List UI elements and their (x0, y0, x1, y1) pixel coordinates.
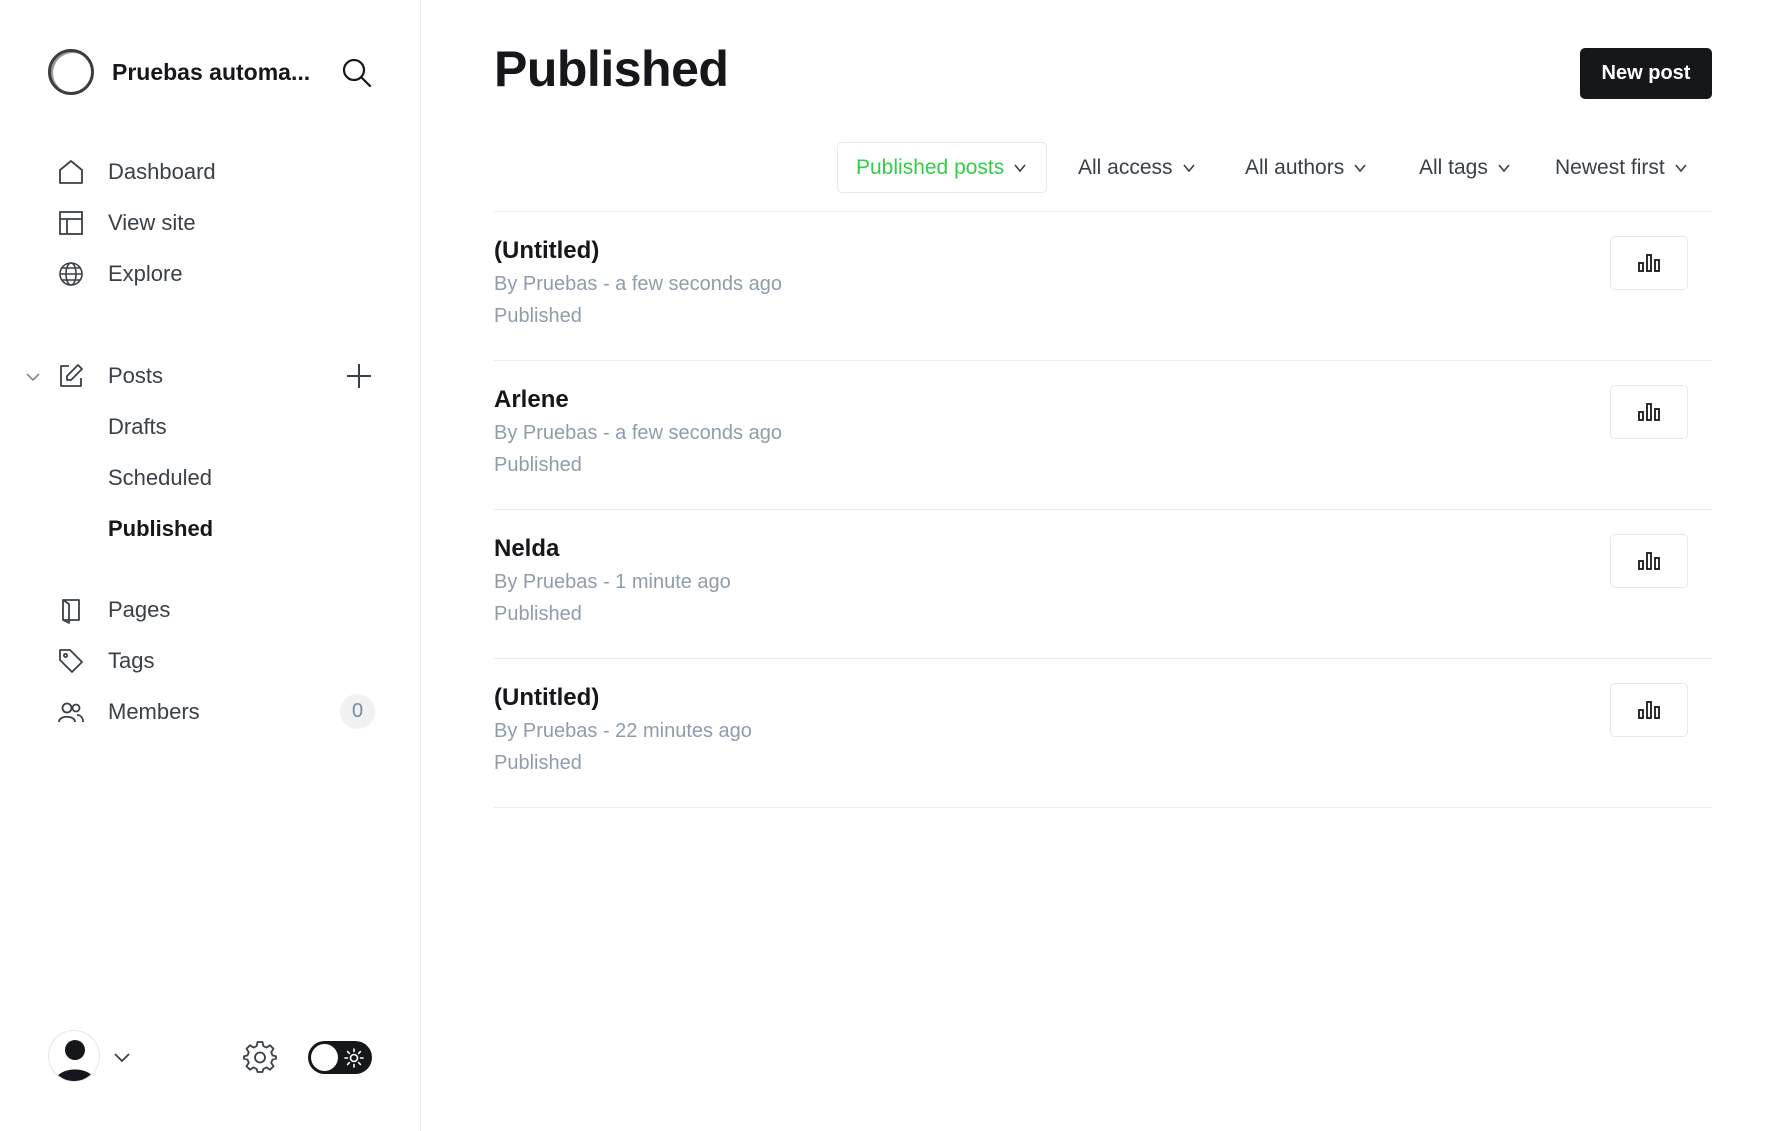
post-title[interactable]: Arlene (494, 386, 569, 414)
nav-published[interactable]: Published (0, 503, 421, 554)
sidebar-footer (48, 1030, 378, 1084)
post-meta: By Pruebas - a few seconds ago (494, 273, 782, 295)
nav-view-site-label: View site (108, 209, 196, 235)
post-row[interactable]: Nelda By Pruebas - 1 minute ago Publishe… (494, 510, 1712, 659)
post-meta: By Pruebas - 1 minute ago (494, 571, 731, 593)
chevron-down-icon (1014, 163, 1026, 172)
post-row[interactable]: (Untitled) By Pruebas - 22 minutes ago P… (494, 659, 1712, 808)
new-post-button[interactable]: New post (1580, 48, 1712, 99)
post-row[interactable]: (Untitled) By Pruebas - a few seconds ag… (494, 212, 1712, 361)
gear-icon (243, 1041, 277, 1073)
filter-access-label: All access (1078, 155, 1173, 179)
filter-bar: Published posts All access All authors A… (421, 142, 1779, 194)
post-stats-button[interactable] (1610, 683, 1688, 737)
nav-view-site[interactable]: View site (0, 197, 421, 248)
post-stats-button[interactable] (1610, 385, 1688, 439)
globe-icon (57, 260, 85, 288)
nav-posts-label: Posts (108, 362, 164, 388)
nav-drafts[interactable]: Drafts (0, 401, 421, 452)
members-count-badge: 0 (340, 694, 375, 729)
main-nav: Dashboard View site Explore (0, 146, 421, 299)
post-status: Published (494, 752, 582, 774)
post-title[interactable]: (Untitled) (494, 684, 599, 712)
user-avatar-icon (55, 1040, 95, 1081)
site-brand[interactable]: Pruebas automa... (48, 48, 310, 96)
chevron-down-icon[interactable] (112, 1047, 132, 1067)
nav-explore[interactable]: Explore (0, 248, 421, 299)
bar-chart-icon (1638, 552, 1660, 570)
nav-tags[interactable]: Tags (0, 635, 421, 686)
nav-members[interactable]: Members 0 (0, 686, 421, 737)
post-status: Published (494, 454, 582, 476)
settings-button[interactable] (243, 1040, 277, 1074)
theme-toggle[interactable] (308, 1041, 372, 1074)
bar-chart-icon (1638, 403, 1660, 421)
pencil-icon (57, 362, 85, 390)
tag-icon (57, 647, 85, 675)
search-icon (342, 58, 372, 88)
nav-pages[interactable]: Pages (0, 584, 421, 635)
bar-chart-icon (1638, 254, 1660, 272)
bar-chart-icon (1638, 701, 1660, 719)
filter-access[interactable]: All access (1078, 142, 1197, 193)
posts-nav: Posts Drafts Scheduled Published (0, 350, 421, 554)
nav-dashboard-label: Dashboard (108, 158, 216, 184)
filter-order[interactable]: Newest first (1555, 142, 1689, 193)
filter-tags-label: All tags (1419, 155, 1488, 179)
post-meta: By Pruebas - 22 minutes ago (494, 720, 752, 742)
chevron-down-icon (1675, 163, 1687, 172)
chevron-down-icon (1182, 163, 1195, 172)
home-icon (57, 158, 85, 186)
sidebar: Pruebas automa... Dashboard View site Ex… (0, 0, 421, 1131)
new-post-plus-button[interactable] (344, 361, 374, 391)
filter-order-label: Newest first (1555, 155, 1665, 179)
main-content: Published New post Published posts All a… (421, 0, 1779, 1131)
nav-tags-label: Tags (108, 647, 155, 673)
filter-authors-label: All authors (1245, 155, 1345, 179)
nav-members-label: Members (108, 698, 200, 724)
post-title[interactable]: Nelda (494, 535, 559, 563)
content-nav: Pages Tags Members 0 (0, 584, 421, 737)
nav-explore-label: Explore (108, 260, 183, 286)
chevron-down-icon (1354, 163, 1366, 172)
site-title: Pruebas automa... (112, 58, 311, 85)
avatar[interactable] (48, 1030, 100, 1082)
post-status: Published (494, 603, 582, 625)
post-row[interactable]: Arlene By Pruebas - a few seconds ago Pu… (494, 361, 1712, 510)
plus-icon (347, 364, 371, 388)
filter-authors[interactable]: All authors (1245, 142, 1368, 193)
site-logo (48, 49, 94, 95)
nav-pages-label: Pages (108, 596, 171, 622)
nav-dashboard[interactable]: Dashboard (0, 146, 421, 197)
page-icon (57, 596, 85, 624)
filter-post-type[interactable]: Published posts (837, 142, 1048, 193)
post-meta: By Pruebas - a few seconds ago (494, 422, 782, 444)
search-button[interactable] (340, 56, 374, 90)
post-status: Published (494, 305, 582, 327)
layout-icon (57, 209, 85, 237)
post-list: (Untitled) By Pruebas - a few seconds ag… (494, 211, 1712, 808)
theme-toggle-knob (311, 1044, 338, 1071)
nav-posts[interactable]: Posts (0, 350, 421, 401)
sun-icon (344, 1048, 364, 1068)
page-title: Published (494, 41, 729, 97)
post-stats-button[interactable] (1610, 534, 1688, 588)
posts-collapse-icon[interactable] (24, 366, 42, 384)
filter-post-type-label: Published posts (856, 155, 1005, 179)
post-stats-button[interactable] (1610, 236, 1688, 290)
nav-scheduled[interactable]: Scheduled (0, 452, 421, 503)
members-icon (57, 698, 85, 726)
chevron-down-icon (1498, 163, 1510, 172)
post-title[interactable]: (Untitled) (494, 237, 599, 265)
filter-tags[interactable]: All tags (1419, 142, 1512, 193)
